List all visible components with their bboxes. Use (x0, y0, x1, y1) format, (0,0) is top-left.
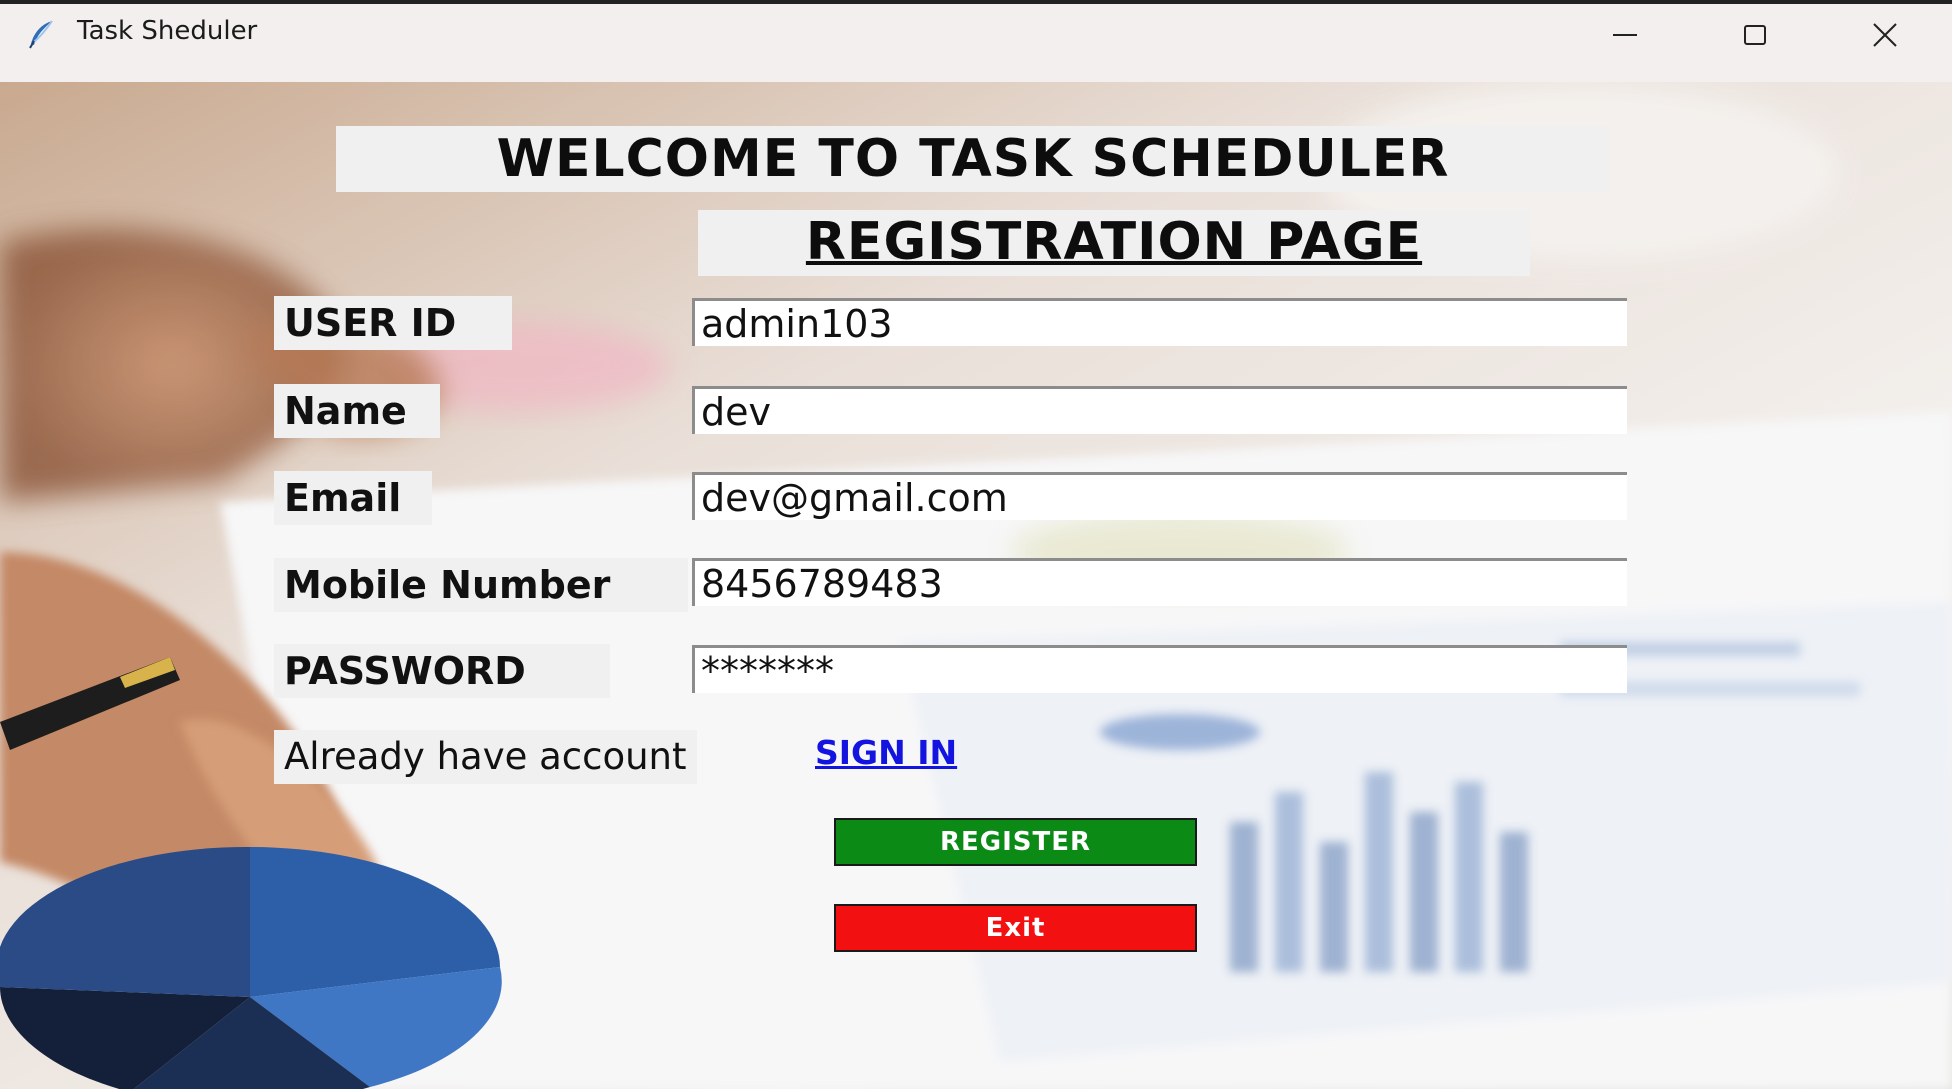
user-id-label: USER ID (274, 296, 512, 350)
title-bar[interactable]: Task Sheduler (0, 0, 1952, 82)
close-icon[interactable] (1825, 4, 1945, 66)
password-input[interactable] (692, 645, 1627, 693)
email-label: Email (274, 471, 432, 525)
mobile-number-input[interactable] (692, 558, 1627, 606)
maximize-icon[interactable] (1695, 4, 1815, 66)
name-label: Name (274, 384, 440, 438)
register-button[interactable]: REGISTER (834, 818, 1197, 866)
mobile-number-label: Mobile Number (274, 558, 688, 612)
app-window: Task Sheduler WELCOME TO TASK SCHEDULER … (0, 0, 1952, 1089)
user-id-input[interactable] (692, 298, 1627, 346)
window-title: Task Sheduler (77, 16, 258, 46)
feather-icon (24, 18, 58, 52)
password-label: PASSWORD (274, 644, 610, 698)
minimize-icon[interactable] (1565, 4, 1685, 66)
exit-button[interactable]: Exit (834, 904, 1197, 952)
signin-prompt: Already have account (274, 730, 697, 784)
email-input[interactable] (692, 472, 1627, 520)
page-title: REGISTRATION PAGE (698, 210, 1530, 276)
welcome-title: WELCOME TO TASK SCHEDULER (336, 126, 1610, 192)
name-input[interactable] (692, 386, 1627, 434)
sign-in-link[interactable]: SIGN IN (815, 730, 957, 776)
